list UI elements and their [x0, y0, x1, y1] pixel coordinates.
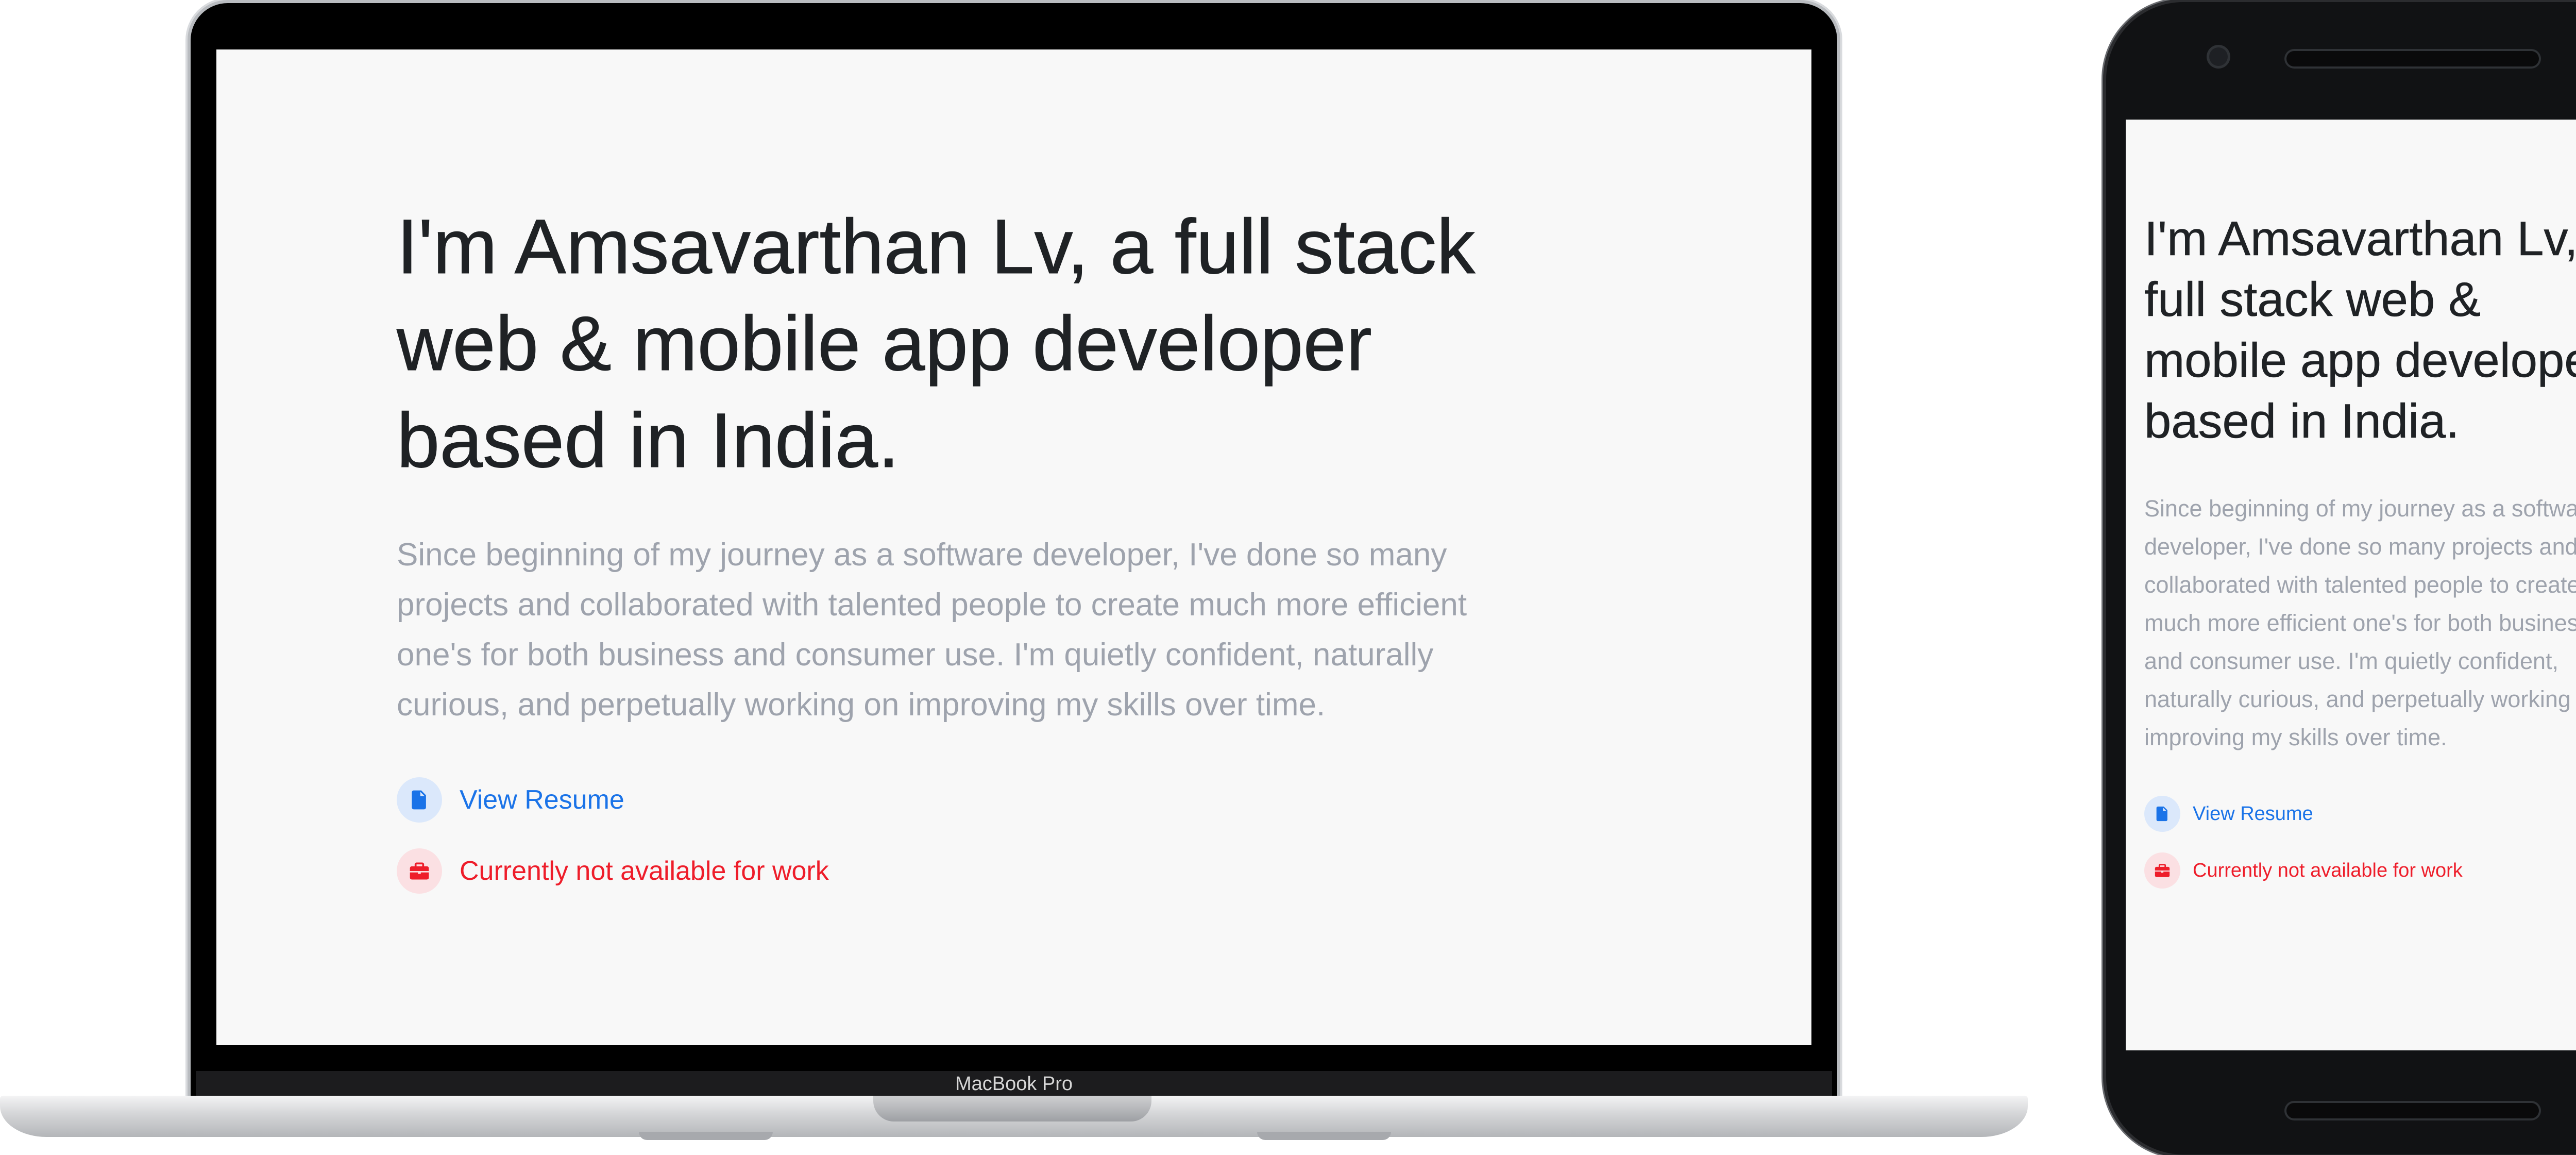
hero-section: I'm Amsavarthan Lv, a full stack web & m…: [397, 198, 1587, 894]
availability-status: Currently not available for work: [2193, 859, 2463, 881]
view-resume-link[interactable]: View Resume: [460, 784, 624, 815]
resume-link-row[interactable]: View Resume: [2144, 796, 2576, 832]
laptop-foot-right: [1257, 1132, 1391, 1140]
hero-section: I'm Amsavarthan Lv, a full stack web & m…: [2144, 208, 2576, 889]
hero-headline: I'm Amsavarthan Lv, a full stack web & m…: [2144, 211, 2576, 448]
briefcase-icon: [2144, 852, 2180, 889]
availability-status: Currently not available for work: [460, 856, 829, 886]
resume-link-row[interactable]: View Resume: [397, 777, 1587, 823]
hero-intro: Since beginning of my journey as a softw…: [397, 537, 1467, 723]
phone-camera: [2209, 47, 2228, 66]
hero-intro: Since beginning of my journey as a softw…: [2144, 495, 2576, 750]
phone-frame: I'm Amsavarthan Lv, a full stack web & m…: [2106, 2, 2576, 1154]
availability-row: Currently not available for work: [2144, 852, 2576, 889]
laptop-chin: MacBook Pro: [196, 1071, 1832, 1096]
laptop-model-label: MacBook Pro: [955, 1073, 1073, 1095]
laptop-frame: I'm Amsavarthan Lv, a full stack web & m…: [191, 3, 1837, 1096]
view-resume-link[interactable]: View Resume: [2193, 803, 2313, 825]
laptop-foot-left: [639, 1132, 773, 1140]
laptop-opening-notch: [873, 1096, 1151, 1121]
briefcase-icon: [397, 848, 442, 894]
device-mockup-stage: I'm Amsavarthan Lv, a full stack web & m…: [0, 0, 2576, 1155]
availability-row: Currently not available for work: [397, 848, 1587, 894]
hero-links: View Resume Currently not available for …: [2144, 796, 2576, 889]
phone-screen: I'm Amsavarthan Lv, a full stack web & m…: [2126, 120, 2576, 1050]
phone-bottom-speaker: [2286, 1103, 2539, 1118]
document-icon: [2144, 796, 2180, 832]
hero-links: View Resume Currently not available for …: [397, 777, 1587, 894]
hero-headline: I'm Amsavarthan Lv, a full stack web & m…: [397, 203, 1476, 484]
laptop-screen: I'm Amsavarthan Lv, a full stack web & m…: [216, 49, 1811, 1045]
document-icon: [397, 777, 442, 823]
phone-top-speaker: [2286, 51, 2539, 66]
